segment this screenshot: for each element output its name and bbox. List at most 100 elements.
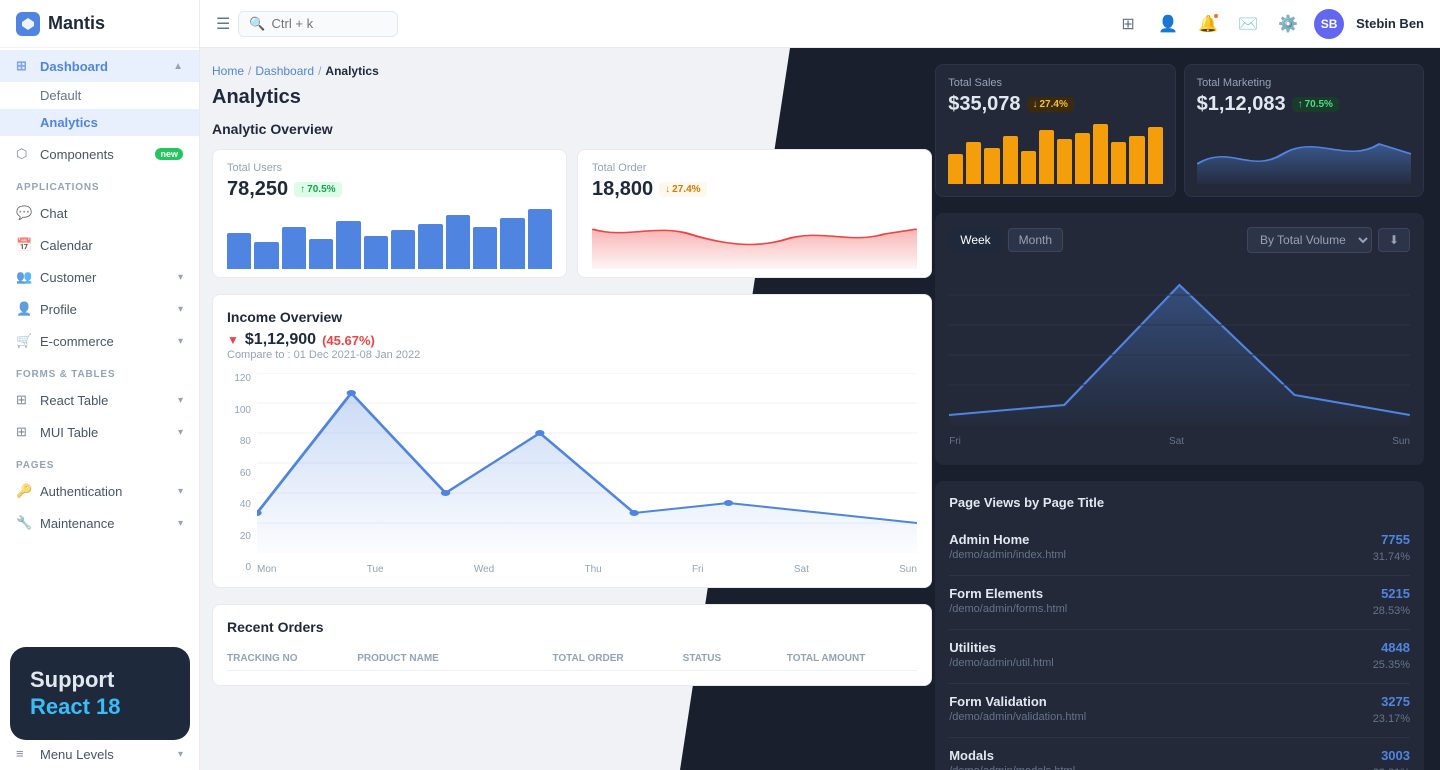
search-icon: 🔍 bbox=[249, 16, 265, 32]
income-header: Income Overview bbox=[227, 309, 917, 325]
nav-group-dashboard: ⊞ Dashboard ▲ Default Analytics bbox=[0, 48, 199, 138]
line-chart-svg bbox=[257, 373, 917, 553]
sidebar-item-customer[interactable]: 👥 Customer ▾ bbox=[0, 261, 199, 293]
sidebar-item-mui-table[interactable]: ⊞ MUI Table ▾ bbox=[0, 416, 199, 448]
profile-icon: 👤 bbox=[16, 301, 32, 317]
settings-icon[interactable]: ⚙️ bbox=[1274, 10, 1302, 38]
breadcrumb-parent[interactable]: Dashboard bbox=[255, 64, 314, 78]
income-compare: Compare to : 01 Dec 2021-08 Jan 2022 bbox=[227, 349, 917, 361]
topnav-right: ⊞ 👤 🔔 ✉️ ⚙️ SB Stebin Ben bbox=[1114, 9, 1424, 39]
left-content: Home / Dashboard / Analytics Analytics A… bbox=[200, 48, 944, 770]
dark-x-labels: FriSatSun bbox=[949, 432, 1410, 451]
dark-stat-value-marketing: $1,12,083 ↑ 70.5% bbox=[1197, 93, 1411, 116]
calendar-icon: 📅 bbox=[16, 237, 32, 253]
recent-orders-section: Recent Orders TRACKING NO PRODUCT NAME T… bbox=[212, 604, 932, 686]
stat-badge-users: ↑ 70.5% bbox=[294, 182, 341, 197]
sidebar-item-authentication[interactable]: 🔑 Authentication ▾ bbox=[0, 475, 199, 507]
recent-orders-title: Recent Orders bbox=[227, 619, 917, 635]
income-title: Income Overview bbox=[227, 309, 342, 325]
analytic-overview-title: Analytic Overview bbox=[212, 121, 932, 137]
menu-toggle-icon[interactable]: ☰ bbox=[216, 14, 230, 34]
sidebar-item-components[interactable]: ⬡ Components new bbox=[0, 138, 199, 170]
dark-stat-value-sales: $35,078 ↓ 27.4% bbox=[948, 93, 1162, 116]
x-axis-labels: MonTueWedThuFriSatSun bbox=[257, 560, 917, 579]
sidebar-logo: Mantis bbox=[0, 0, 199, 48]
mini-chart-marketing bbox=[1197, 124, 1411, 184]
chevron-down-icon3: ▾ bbox=[178, 336, 183, 347]
sidebar-item-profile[interactable]: 👤 Profile ▾ bbox=[0, 293, 199, 325]
sidebar-item-dashboard[interactable]: ⊞ Dashboard ▲ bbox=[0, 50, 199, 82]
section-label-applications: Applications bbox=[0, 170, 199, 197]
income-chart: 120 100 80 60 40 20 0 bbox=[227, 373, 917, 573]
stat-value-order: 18,800 ↓ 27.4% bbox=[592, 178, 917, 201]
sidebar-item-react-table[interactable]: ⊞ React Table ▾ bbox=[0, 384, 199, 416]
sidebar-item-default[interactable]: Default bbox=[0, 82, 199, 109]
dark-stat-badge-sales: ↓ 27.4% bbox=[1027, 97, 1074, 112]
right-content: Total Sales $35,078 ↓ 27.4% bbox=[919, 48, 1440, 770]
chevron-down-icon5: ▾ bbox=[178, 427, 183, 438]
sidebar-item-maintenance[interactable]: 🔧 Maintenance ▾ bbox=[0, 507, 199, 539]
page-view-item-1: Form Elements 5215 /demo/admin/forms.htm… bbox=[949, 576, 1410, 630]
breadcrumb-current: Analytics bbox=[325, 64, 378, 78]
income-value: ▼ $1,12,900 (45.67%) bbox=[227, 331, 917, 349]
ecommerce-icon: 🛒 bbox=[16, 333, 32, 349]
chevron-up-icon: ▲ bbox=[173, 61, 183, 72]
stat-badge-order: ↓ 27.4% bbox=[659, 182, 706, 197]
download-button[interactable]: ⬇ bbox=[1378, 228, 1410, 252]
page-title: Analytics bbox=[212, 86, 932, 109]
sidebar-item-calendar[interactable]: 📅 Calendar bbox=[0, 229, 199, 261]
sidebar-item-analytics[interactable]: Analytics bbox=[0, 109, 199, 136]
chevron-down-icon4: ▾ bbox=[178, 395, 183, 406]
notifications-icon[interactable]: 🔔 bbox=[1194, 10, 1222, 38]
mini-chart-order bbox=[592, 209, 917, 269]
week-button[interactable]: Week bbox=[949, 228, 1001, 252]
support-title-line1: Support bbox=[30, 667, 170, 693]
dark-stat-badge-marketing: ↑ 70.5% bbox=[1292, 97, 1339, 112]
user-switch-icon[interactable]: 👤 bbox=[1154, 10, 1182, 38]
dark-stat-label-sales: Total Sales bbox=[948, 77, 1162, 89]
sidebar-item-chat[interactable]: 💬 Chat bbox=[0, 197, 199, 229]
month-button[interactable]: Month bbox=[1008, 228, 1063, 252]
maintenance-icon: 🔧 bbox=[16, 515, 32, 531]
stat-card-total-users: Total Users 78,250 ↑ 70.5% bbox=[212, 149, 567, 278]
dark-controls: Week Month By Total Volume ⬇ bbox=[949, 227, 1410, 253]
page-view-item-4: Modals 3003 /demo/admin/modals.html 22.2… bbox=[949, 738, 1410, 770]
customer-icon: 👥 bbox=[16, 269, 32, 285]
breadcrumb: Home / Dashboard / Analytics bbox=[212, 64, 932, 78]
page-views-title: Page Views by Page Title bbox=[949, 495, 1410, 510]
volume-select[interactable]: By Total Volume bbox=[1247, 227, 1372, 253]
stat-label-users: Total Users bbox=[227, 162, 552, 174]
dark-stat-cards: Total Sales $35,078 ↓ 27.4% bbox=[935, 64, 1424, 197]
mini-chart-sales bbox=[948, 124, 1162, 184]
apps-icon[interactable]: ⊞ bbox=[1114, 10, 1142, 38]
chevron-down-icon6: ▾ bbox=[178, 486, 183, 497]
breadcrumb-home[interactable]: Home bbox=[212, 64, 244, 78]
chart-body: MonTueWedThuFriSatSun bbox=[257, 373, 917, 573]
page-views-section: Page Views by Page Title Admin Home 7755… bbox=[935, 481, 1424, 770]
topnav-left: ☰ 🔍 bbox=[216, 11, 1106, 37]
components-icon: ⬡ bbox=[16, 146, 32, 162]
top-nav: ☰ 🔍 ⊞ 👤 🔔 ✉️ ⚙️ SB Stebin Ben bbox=[200, 0, 1440, 48]
search-bar[interactable]: 🔍 bbox=[238, 11, 398, 37]
sidebar-item-menu-levels[interactable]: ≡ Menu Levels ▾ bbox=[0, 738, 199, 770]
search-input[interactable] bbox=[272, 16, 372, 31]
support-popup[interactable]: Support React 18 bbox=[10, 647, 190, 740]
y-axis-labels: 120 100 80 60 40 20 0 bbox=[227, 373, 257, 573]
chevron-down-icon8: ▾ bbox=[178, 749, 183, 760]
stat-value-users: 78,250 ↑ 70.5% bbox=[227, 178, 552, 201]
notification-badge bbox=[1212, 12, 1220, 20]
volume-controls: By Total Volume ⬇ bbox=[1247, 227, 1410, 253]
support-title-line2: React 18 bbox=[30, 694, 170, 720]
messages-icon[interactable]: ✉️ bbox=[1234, 10, 1262, 38]
stat-card-total-order: Total Order 18,800 ↓ 27.4% bbox=[577, 149, 932, 278]
dark-stat-card-sales: Total Sales $35,078 ↓ 27.4% bbox=[935, 64, 1175, 197]
page-view-item-0: Admin Home 7755 /demo/admin/index.html 3… bbox=[949, 522, 1410, 576]
sidebar: Mantis ⊞ Dashboard ▲ Default Analytics ⬡… bbox=[0, 0, 200, 770]
authentication-icon: 🔑 bbox=[16, 483, 32, 499]
income-section: Income Overview ▼ $1,12,900 (45.67%) Com… bbox=[212, 294, 932, 588]
sidebar-item-ecommerce[interactable]: 🛒 E-commerce ▾ bbox=[0, 325, 199, 357]
chevron-down-icon: ▾ bbox=[178, 272, 183, 283]
logo-icon bbox=[16, 12, 40, 36]
chat-icon: 💬 bbox=[16, 205, 32, 221]
mini-chart-users bbox=[227, 209, 552, 269]
